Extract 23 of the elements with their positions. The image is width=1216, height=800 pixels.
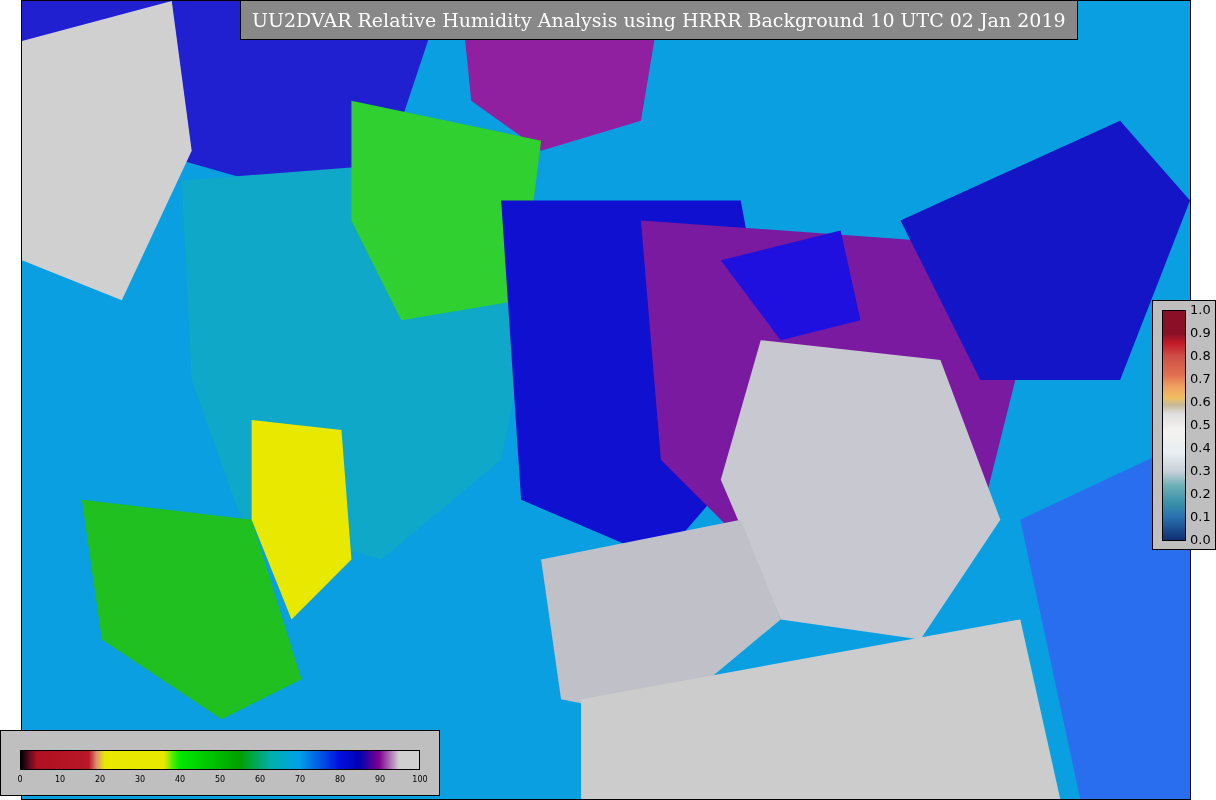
tick-label: 1.0	[1190, 303, 1211, 317]
tick-label: 60	[254, 775, 266, 785]
tick-label: 20	[94, 775, 106, 785]
tick-label: 0.6	[1190, 395, 1211, 409]
tick-label: 0.5	[1190, 418, 1211, 432]
tick-label: 10	[54, 775, 66, 785]
tick-label: 30	[134, 775, 146, 785]
tick-label: 0.1	[1190, 510, 1211, 524]
tick-label: 0.4	[1190, 441, 1211, 455]
map-title: UU2DVAR Relative Humidity Analysis using HRRR Background 10 UTC 02 Jan 2019	[240, 0, 1078, 40]
tick-label: 0.3	[1190, 464, 1211, 478]
tick-label: 0.9	[1190, 326, 1211, 340]
tick-label: 0.7	[1190, 372, 1211, 386]
tick-label: 40	[174, 775, 186, 785]
tick-label: 80	[334, 775, 346, 785]
tick-label: 0.2	[1190, 487, 1211, 501]
tick-label: 50	[214, 775, 226, 785]
tick-label: 90	[374, 775, 386, 785]
tick-label: 0.0	[1190, 533, 1211, 547]
tick-label: 70	[294, 775, 306, 785]
tick-label: 100	[412, 775, 428, 785]
tick-label: 0.8	[1190, 349, 1211, 363]
tick-label: 0	[17, 775, 23, 785]
